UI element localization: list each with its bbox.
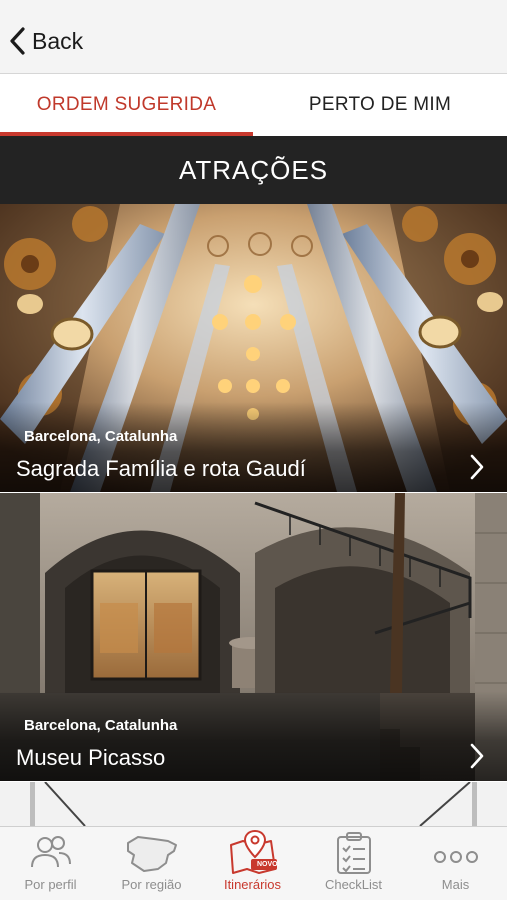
section-title: ATRAÇÕES <box>178 154 329 185</box>
order-tabs: ORDEM SUGERIDA PERTO DE MIM <box>0 74 507 136</box>
attraction-card-sagrada-familia[interactable]: Barcelona, Catalunha Sagrada Família e r… <box>0 204 507 492</box>
tab-label: CheckList <box>324 877 383 892</box>
partial-card-photo <box>0 782 507 826</box>
card-title: Museu Picasso <box>16 745 166 770</box>
tab-label: ORDEM SUGERIDA <box>36 94 217 115</box>
tab-suggested-order[interactable]: ORDEM SUGERIDA <box>0 74 253 136</box>
chevron-left-icon <box>10 27 25 55</box>
tab-itinerarios[interactable]: NOVO! Itinerários <box>202 827 303 900</box>
tab-label: PERTO DE MIM <box>308 94 452 115</box>
attraction-card-museu-picasso[interactable]: Barcelona, Catalunha Museu Picasso <box>0 493 507 781</box>
card-title: Sagrada Família e rota Gaudí <box>16 456 306 481</box>
card-location: Barcelona, Catalunha <box>24 428 178 445</box>
card-location: Barcelona, Catalunha <box>24 717 178 734</box>
tab-label: Mais <box>441 877 470 892</box>
bottom-tab-bar: Por perfil Por região NOVO! Itinerários <box>0 826 507 900</box>
map-pin-icon <box>229 829 277 874</box>
chevron-right-icon <box>470 454 484 480</box>
clipboard-icon <box>336 832 371 874</box>
app-screen: Back ORDEM SUGERIDA PERTO DE MIM ATRAÇÕE… <box>0 0 507 900</box>
tab-label: Por perfil <box>24 877 77 892</box>
navigation-bar: Back <box>0 0 507 74</box>
tab-label: Por região <box>121 877 182 892</box>
chevron-right-icon <box>470 743 484 769</box>
new-badge: NOVO! <box>257 861 280 868</box>
more-dots-icon <box>433 851 478 863</box>
people-icon <box>30 836 71 868</box>
attraction-card-partial[interactable] <box>0 782 507 826</box>
tab-checklist[interactable]: CheckList <box>303 827 404 900</box>
tab-mais[interactable]: Mais <box>404 827 507 900</box>
back-label: Back <box>32 27 84 54</box>
tab-near-me[interactable]: PERTO DE MIM <box>253 74 507 136</box>
tab-label: Itinerários <box>223 877 282 892</box>
tab-por-regiao[interactable]: Por região <box>101 827 202 900</box>
spain-map-icon <box>126 836 177 872</box>
tab-por-perfil[interactable]: Por perfil <box>0 827 101 900</box>
back-button[interactable]: Back <box>8 24 83 58</box>
section-header: ATRAÇÕES <box>0 136 507 204</box>
